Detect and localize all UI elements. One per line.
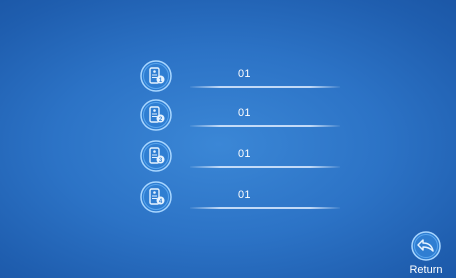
door-station-2-icon[interactable]: 2: [138, 97, 174, 133]
door-station-3-icon[interactable]: 3: [138, 138, 174, 174]
door-station-1-value: 01: [238, 68, 251, 80]
row-2-underline: [190, 125, 340, 127]
settings-screen: 1 01 2 01 3 01 4 01 Return: [0, 0, 456, 278]
return-button[interactable]: Return: [406, 230, 446, 276]
door-station-row-4[interactable]: 4 01: [138, 179, 348, 215]
door-station-4-value: 01: [238, 189, 251, 201]
door-station-4-icon[interactable]: 4: [138, 179, 174, 215]
door-station-row-3[interactable]: 3 01: [138, 138, 348, 174]
return-arrow-icon[interactable]: [410, 230, 442, 262]
row-3-underline: [190, 166, 340, 168]
door-station-1-icon[interactable]: 1: [138, 58, 174, 94]
door-station-row-2[interactable]: 2 01: [138, 97, 348, 133]
door-station-row-1[interactable]: 1 01: [138, 58, 348, 94]
return-label: Return: [409, 264, 443, 276]
door-station-3-value: 01: [238, 148, 251, 160]
row-4-underline: [190, 207, 340, 209]
row-1-underline: [190, 86, 340, 88]
door-station-2-value: 01: [238, 107, 251, 119]
